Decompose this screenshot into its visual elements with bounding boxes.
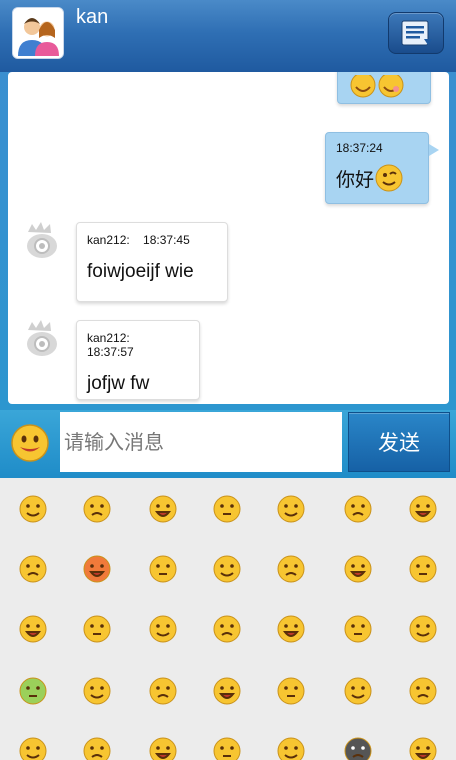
scared-icon[interactable] [82,736,112,760]
bubble-tail [429,144,439,156]
shocked-icon[interactable] [276,494,306,524]
cool-icon[interactable] [18,736,48,760]
chat-frame: 18:37:24 你好 kan212: 18:37:45 foiwjoeijf … [0,72,456,410]
smile-icon[interactable] [18,494,48,524]
message-text: 你好 [336,163,418,193]
skull-icon[interactable] [343,736,373,760]
message-input[interactable] [60,412,342,472]
message-text-content: 你好 [336,169,375,191]
message-bubble-other[interactable]: kan212: 18:37:57 jofjw fw [76,320,200,400]
shy-icon[interactable] [276,736,306,760]
sick-icon[interactable] [18,676,48,706]
message-text: foiwjoeijf wie [87,261,194,282]
send-button[interactable]: 发送 [348,412,450,472]
worried-icon[interactable] [82,614,112,644]
top-bar: kan [0,0,456,72]
cover-mouth-icon[interactable] [276,614,306,644]
input-bar: 发送 [0,410,456,478]
surprised-icon[interactable] [148,676,178,706]
confused-icon[interactable] [148,736,178,760]
crying-icon[interactable] [408,614,438,644]
message-bubble-partial [337,72,431,104]
money-eyes-icon[interactable] [343,554,373,584]
dizzy-icon[interactable] [408,676,438,706]
message-sender: kan212: [87,331,130,345]
wink-icon[interactable] [408,554,438,584]
angry-shout-icon[interactable] [212,494,242,524]
message-text: jofjw fw [87,373,150,394]
tired-icon[interactable] [82,676,112,706]
page-title: kan [76,6,109,28]
message-meta: kan212: 18:37:45 [87,233,217,247]
cute-eyes-icon[interactable] [212,554,242,584]
weibo-avatar-icon[interactable] [22,222,62,262]
menu-button[interactable] [388,12,444,54]
contact-avatar[interactable] [12,7,64,59]
question-icon[interactable] [276,676,306,706]
emoji-panel [0,478,456,760]
glasses-icon[interactable] [212,736,242,760]
heart-eyes-icon[interactable] [276,554,306,584]
laugh-open-icon[interactable] [148,494,178,524]
message-time: 18:37:45 [143,233,190,247]
message-time: 18:37:57 [87,345,134,359]
notes-icon [401,20,432,46]
message-meta: kan212: 18:37:57 [87,331,189,359]
kiss-icon[interactable] [343,614,373,644]
message-bubble-self[interactable]: 18:37:24 你好 [325,132,429,204]
sad-icon[interactable] [18,554,48,584]
grimace-icon[interactable] [212,614,242,644]
message-bubble-other[interactable]: kan212: 18:37:45 foiwjoeijf wie [76,222,228,302]
chat-area[interactable]: 18:37:24 你好 kan212: 18:37:45 foiwjoeijf … [8,72,449,404]
scream-icon[interactable] [408,736,438,760]
message-sender: kan212: [87,233,130,247]
blush-icon[interactable] [148,554,178,584]
users-icon [13,8,63,58]
grin-teeth-icon[interactable] [343,494,373,524]
neutral-icon[interactable] [148,614,178,644]
sleeping-icon[interactable] [212,676,242,706]
emoji-pair-icon [350,75,404,98]
halo-icon[interactable] [408,494,438,524]
emoji-toggle-icon[interactable] [10,423,50,463]
smile-emoji-icon [375,164,403,192]
message-time: 18:37:24 [336,141,383,155]
weibo-avatar-icon[interactable] [22,320,62,360]
sleepy-icon[interactable] [82,494,112,524]
smug-icon[interactable] [18,614,48,644]
annoyed-icon[interactable] [343,676,373,706]
furious-icon[interactable] [82,554,112,584]
